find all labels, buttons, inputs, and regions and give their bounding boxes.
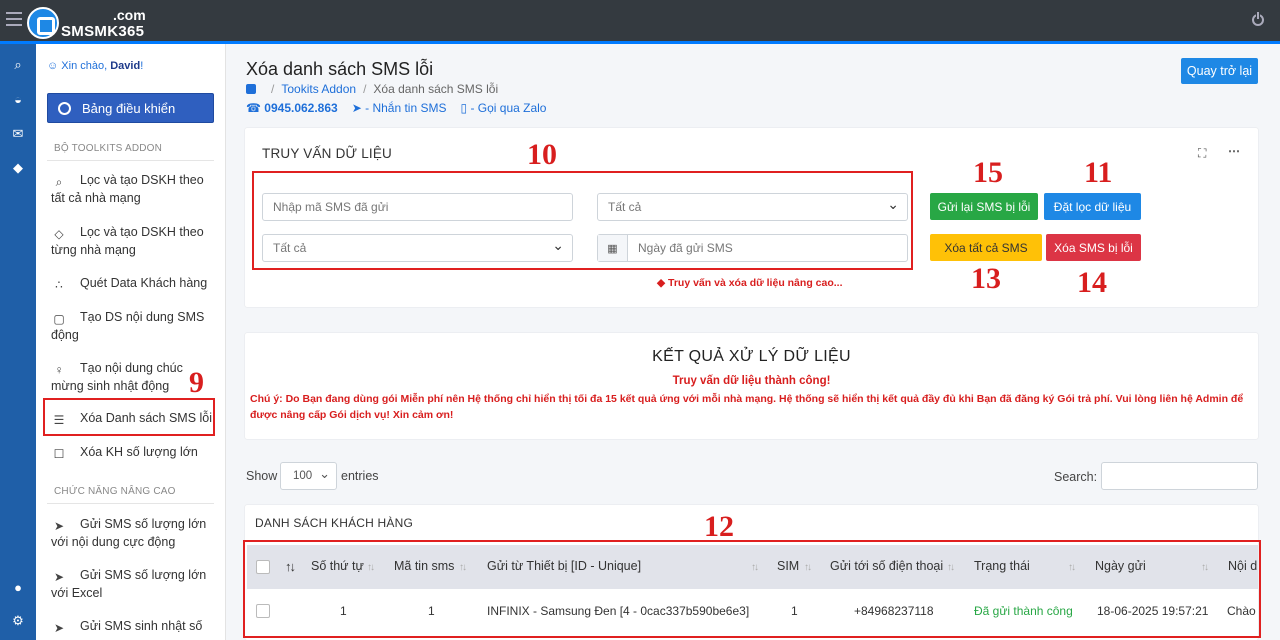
- result-title: KẾT QUẢ XỬ LÝ DỮ LIỆU: [652, 348, 851, 365]
- send-icon: ➤: [53, 519, 65, 533]
- send-icon: ➤: [53, 570, 65, 584]
- trash-icon: ☐: [53, 447, 65, 461]
- annotation-box-12: [243, 540, 1261, 638]
- breadcrumb-link[interactable]: Tookits Addon: [281, 82, 356, 96]
- contact-bar: ☎ 0945.062.863 ➤ - Nhắn tin SMS ▯ - Gọi qu…: [246, 101, 546, 115]
- menu-toggle-icon[interactable]: [6, 12, 22, 26]
- advanced-query-link[interactable]: ◆ Truy vấn và xóa dữ liệu nâng cao...: [657, 277, 843, 289]
- page-title: Xóa danh sách SMS lỗi: [246, 59, 434, 79]
- page-size-select[interactable]: 100: [280, 462, 337, 490]
- annotation-label-11: 11: [1084, 156, 1113, 189]
- more-icon[interactable]: ⋯: [1228, 144, 1240, 158]
- top-navbar: .com SMSMK365: [0, 0, 1280, 44]
- annotation-box-10: [252, 171, 913, 270]
- sidebar-item-bulk-sms[interactable]: ➤ Gửi SMS số lượng lớn với nội dung cực …: [44, 515, 216, 551]
- result-notice: Chú ý: Do Bạn đang dùng gói Miễn phí nên…: [250, 393, 1244, 421]
- sidebar-item-bulk-delete[interactable]: ☐ Xóa KH số lượng lớn: [44, 443, 216, 461]
- sidebar-item-filter-carrier[interactable]: ◇ Lọc và tạo DSKH theo từng nhà mạng: [44, 223, 216, 259]
- brand-logo[interactable]: .com SMSMK365: [27, 4, 167, 40]
- logo-icon: [27, 7, 59, 39]
- delete-error-sms-button[interactable]: Xóa SMS bị lỗi: [1046, 234, 1141, 261]
- show-label: Show: [246, 469, 278, 483]
- search-label: Search:: [1054, 470, 1098, 484]
- set-filter-button[interactable]: Đặt lọc dữ liệu: [1044, 193, 1141, 220]
- search-input[interactable]: [1101, 462, 1258, 490]
- result-success-message: Truy vấn dữ liệu thành công!: [672, 375, 831, 387]
- section-title-toolkits: BỘ TOOLKITS ADDON: [54, 143, 163, 154]
- chat-icon: ▢: [53, 312, 65, 326]
- greeting: ☺ Xin chào, David!: [47, 60, 144, 72]
- breadcrumb-current: Xóa danh sách SMS lỗi: [373, 82, 499, 96]
- resend-error-sms-button[interactable]: Gửi lại SMS bị lỗi: [930, 193, 1038, 220]
- home-icon[interactable]: [246, 84, 256, 94]
- dashboard-icon[interactable]: ◒: [0, 84, 36, 114]
- sidebar: ☺ Xin chào, David! Bảng điều khiển BỘ TO…: [36, 44, 226, 640]
- share-icon: ∴: [55, 278, 63, 292]
- annotation-label-13: 13: [971, 262, 1001, 295]
- dashboard-button[interactable]: Bảng điều khiển: [47, 93, 214, 123]
- sidebar-item-dynamic-sms[interactable]: ▢ Tạo DS nội dung SMS động: [44, 308, 216, 344]
- sms-link[interactable]: - Nhắn tin SMS: [365, 101, 446, 115]
- phone-icon: ☎: [246, 101, 261, 115]
- customer-table-title: DANH SÁCH KHÁCH HÀNG: [255, 516, 414, 530]
- sidebar-item-filter-all[interactable]: ⌕ Lọc và tạo DSKH theo tất cả nhà mạng: [44, 171, 216, 207]
- sidebar-item-scan-data[interactable]: ∴ Quét Data Khách hàng: [44, 274, 216, 292]
- sidebar-item-birthday-sms[interactable]: ➤ Gửi SMS sinh nhật số: [44, 617, 216, 635]
- zalo-link[interactable]: - Gọi qua Zalo: [470, 101, 546, 115]
- logo-name: SMSMK365: [61, 23, 145, 40]
- result-card: KẾT QUẢ XỬ LÝ DỮ LIỆU Truy vấn dữ liệu t…: [245, 333, 1258, 439]
- user-icon: ♀: [54, 363, 64, 377]
- query-card-title: TRUY VẤN DỮ LIỆU: [262, 146, 393, 161]
- search-icon: ⌕: [55, 175, 63, 189]
- logo-domain: .com: [113, 7, 146, 23]
- tag-icon: ◇: [54, 227, 64, 241]
- back-button[interactable]: Quay trở lại: [1181, 58, 1258, 84]
- mobile-icon: ▯: [460, 101, 468, 115]
- diamond-icon: ◆: [657, 277, 666, 289]
- send-icon: ➤: [351, 101, 362, 115]
- entries-label: entries: [341, 469, 379, 483]
- fullscreen-icon[interactable]: ⛶: [1198, 146, 1206, 161]
- gear-icon[interactable]: ⚙: [0, 606, 36, 636]
- icon-rail: ⌕ ◒ ✉ ◆ ● ⚙: [0, 44, 36, 640]
- sidebar-item-excel-sms[interactable]: ➤ Gửi SMS số lượng lớn với Excel: [44, 566, 216, 602]
- gauge-icon: [58, 102, 71, 115]
- divider: [47, 160, 214, 161]
- divider: [47, 503, 214, 504]
- annotation-label-15: 15: [973, 156, 1003, 189]
- section-title-advanced: CHỨC NĂNG NÂNG CAO: [54, 486, 176, 497]
- user-name: David: [110, 60, 141, 72]
- mail-icon[interactable]: ✉: [0, 119, 36, 149]
- annotation-box-9: [43, 398, 215, 436]
- annotation-label-10: 10: [527, 138, 557, 171]
- breadcrumb: / Tookits Addon / Xóa danh sách SMS lỗi: [246, 82, 498, 96]
- phone-number[interactable]: 0945.062.863: [264, 101, 337, 115]
- power-icon[interactable]: [1252, 12, 1264, 26]
- annotation-label-14: 14: [1077, 266, 1107, 299]
- search-icon[interactable]: ⌕: [0, 50, 36, 80]
- smile-icon: ☺: [47, 60, 59, 72]
- delete-all-sms-button[interactable]: Xóa tất cả SMS: [930, 234, 1042, 261]
- send-icon: ➤: [53, 621, 65, 635]
- diamond-icon[interactable]: ◆: [0, 153, 36, 183]
- annotation-label-9: 9: [189, 366, 204, 399]
- user-icon[interactable]: ●: [0, 572, 36, 602]
- annotation-label-12: 12: [704, 510, 734, 543]
